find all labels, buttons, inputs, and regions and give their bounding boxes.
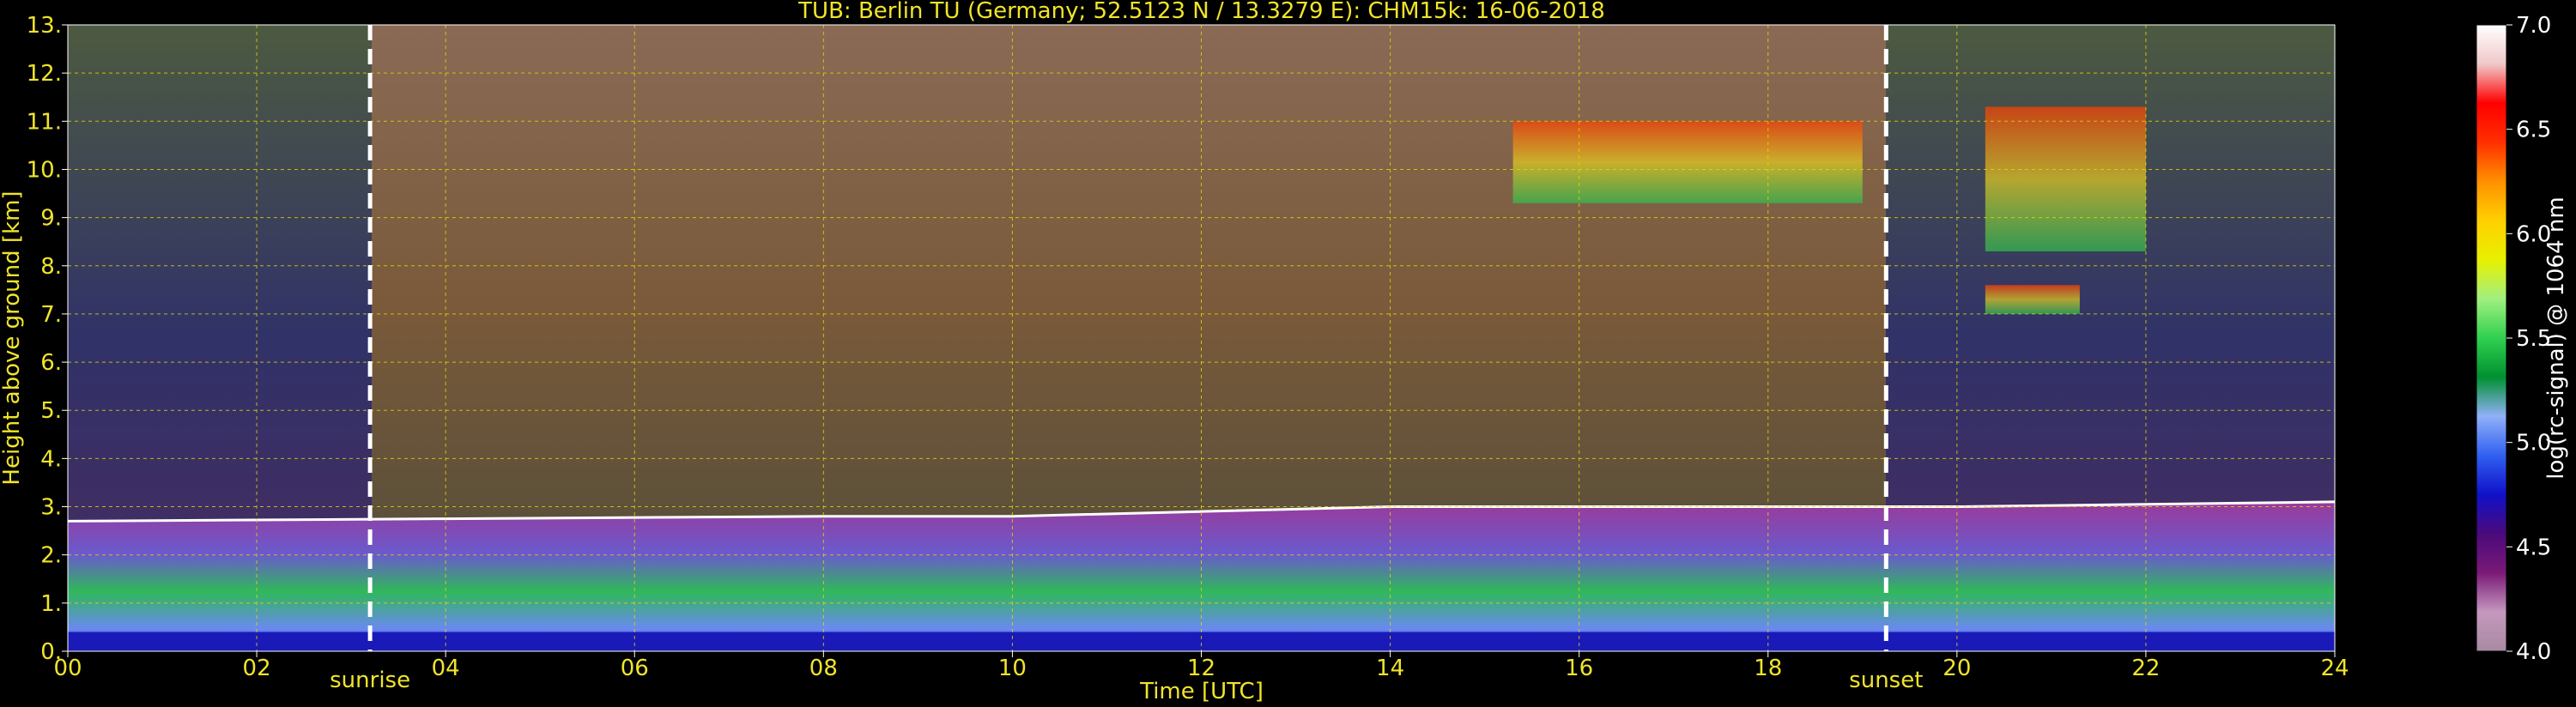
colorbar: 4.04.55.05.56.06.57.0 log(rc-signal) @ 1…	[2476, 13, 2569, 665]
event-label: sunset	[1849, 668, 1923, 693]
x-tick-label: 08	[809, 656, 838, 681]
y-tick-label: 5.	[40, 398, 62, 424]
y-axis-ticks: 0. 1. 2. 3. 4. 5. 6. 7. 8. 9. 10. 11. 12. 13.	[27, 13, 68, 665]
y-tick-label: 9.	[40, 206, 62, 232]
colorbar-label: log(rc-signal) @ 1064 nm	[2543, 196, 2569, 479]
y-tick-label: 4.	[40, 446, 62, 472]
y-tick-label: 6.	[40, 350, 62, 376]
colorbar-fill	[2476, 24, 2507, 652]
x-tick-label: 14	[1376, 656, 1404, 681]
y-tick-label: 2.	[40, 543, 62, 569]
y-tick-label: 11.	[27, 109, 62, 135]
cirrus-cloud	[1512, 121, 1863, 203]
chart-title: TUB: Berlin TU (Germany; 52.5123 N / 13.…	[797, 0, 1605, 24]
x-tick-label: 04	[432, 656, 460, 681]
x-tick-label: 24	[2320, 656, 2349, 681]
y-tick-label: 13.	[27, 13, 62, 39]
colorbar-tick-label: 6.5	[2516, 118, 2551, 143]
x-tick-label: 06	[621, 656, 649, 681]
y-tick-label: 8.	[40, 254, 62, 280]
x-axis-label: Time [UTC]	[1139, 679, 1264, 704]
x-tick-label: 02	[243, 656, 271, 681]
cirrus-cloud	[1985, 285, 2080, 314]
colorbar-tick-label: 4.5	[2516, 535, 2551, 560]
y-tick-label: 3.	[40, 495, 62, 521]
x-tick-label: 22	[2131, 656, 2160, 681]
colorbar-tick-label: 7.0	[2516, 13, 2551, 39]
y-tick-label: 0.	[40, 639, 62, 665]
event-label: sunrise	[330, 668, 410, 693]
colorbar-tick-label: 4.0	[2516, 639, 2551, 665]
cirrus-cloud	[1985, 106, 2146, 251]
x-tick-label: 12	[1187, 656, 1215, 681]
y-tick-label: 7.	[40, 302, 62, 328]
x-tick-label: 20	[1943, 656, 1971, 681]
y-axis-label: Height above ground [km]	[0, 190, 25, 485]
x-tick-label: 10	[998, 656, 1027, 681]
x-tick-label: 18	[1754, 656, 1782, 681]
y-tick-label: 1.	[40, 591, 62, 617]
x-tick-label: 16	[1565, 656, 1593, 681]
lidar-figure: TUB: Berlin TU (Germany; 52.5123 N / 13.…	[0, 0, 2569, 704]
y-tick-label: 12.	[27, 61, 62, 87]
near-ground-layer	[68, 631, 2335, 651]
y-tick-label: 10.	[27, 157, 62, 183]
